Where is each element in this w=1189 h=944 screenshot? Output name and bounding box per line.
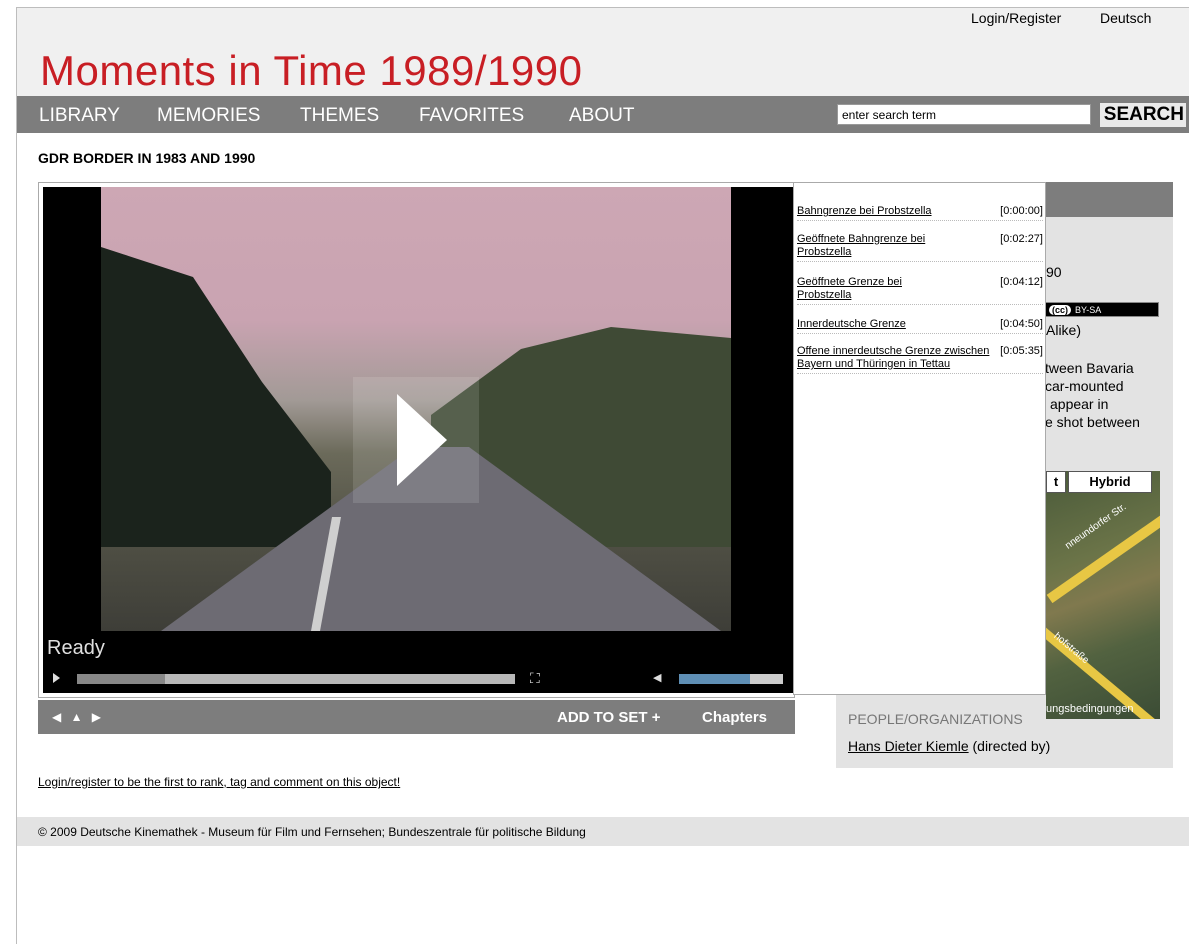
play-icon[interactable]: [53, 673, 60, 683]
people-heading: PEOPLE/ORGANIZATIONS: [848, 711, 1023, 727]
chapter-item[interactable]: Geöffnete Grenze bei Probstzella [0:04:12…: [797, 276, 1043, 305]
fullscreen-icon[interactable]: ⛶: [530, 670, 540, 687]
progress-bar[interactable]: [77, 674, 515, 684]
site-header: Moments in Time 1989/1990: [17, 29, 1189, 96]
player-status: Ready: [47, 637, 105, 659]
chapter-title[interactable]: Offene innerdeutsche Grenze zwischen Bay…: [797, 345, 1009, 371]
chapter-item[interactable]: Innerdeutsche Grenze [0:04:50]: [797, 318, 1043, 334]
chapter-title[interactable]: Bahngrenze bei Probstzella: [797, 205, 977, 218]
player-controls: ⛶ ◀: [43, 670, 793, 688]
login-prompt-link[interactable]: Login/register to be the first to rank, …: [38, 775, 400, 789]
chapter-title[interactable]: Geöffnete Bahngrenze bei Probstzella: [797, 233, 957, 259]
nav-item-about[interactable]: ABOUT: [569, 105, 634, 127]
nav-item-themes[interactable]: THEMES: [300, 105, 379, 127]
video-frame[interactable]: [101, 187, 731, 631]
nav-item-favorites[interactable]: FAVORITES: [419, 105, 524, 127]
chapter-time: [0:00:00]: [1000, 205, 1043, 217]
sidebar-description: tween Bavaria car-mounted appear in e sh…: [1045, 359, 1173, 431]
description-line: appear in: [1050, 396, 1109, 412]
chapter-time: [0:02:27]: [1000, 233, 1043, 245]
chapter-item[interactable]: Bahngrenze bei Probstzella [0:00:00]: [797, 205, 1043, 221]
media-nav-arrows[interactable]: ◀ ▲ ▶: [52, 710, 104, 724]
language-switch-link[interactable]: Deutsch: [1100, 10, 1151, 26]
footer-copyright: © 2009 Deutsche Kinemathek - Museum für …: [38, 825, 586, 839]
chapter-title[interactable]: Geöffnete Grenze bei Probstzella: [797, 276, 937, 302]
chapter-time: [0:04:12]: [1000, 276, 1043, 288]
search-input[interactable]: [837, 104, 1091, 125]
nav-item-library[interactable]: LIBRARY: [39, 105, 120, 127]
search-button[interactable]: SEARCH: [1100, 103, 1186, 127]
license-badge-text: BY-SA: [1075, 305, 1102, 315]
chapter-time: [0:04:50]: [1000, 318, 1043, 330]
volume-icon[interactable]: ◀: [653, 671, 661, 684]
page-title: GDR BORDER IN 1983 AND 1990: [38, 150, 256, 166]
sidebar-date-fragment: 90: [1046, 264, 1062, 280]
player-toolbar: ◀ ▲ ▶ ADD TO SET + Chapters: [38, 700, 795, 734]
description-line: car-mounted: [1045, 378, 1124, 394]
top-bar: Login/Register Deutsch: [17, 8, 1189, 29]
play-overlay-button[interactable]: [353, 377, 479, 503]
sidebar-license-text: Alike): [1046, 322, 1082, 338]
description-line: e shot between: [1045, 414, 1140, 430]
volume-fill: [679, 674, 750, 684]
location-map[interactable]: nneundorfer Str. hofstraße t Hybrid ungs…: [1046, 471, 1160, 719]
nav-item-memories[interactable]: MEMORIES: [157, 105, 260, 127]
play-icon: [397, 394, 447, 486]
license-badge[interactable]: (cc) BY-SA: [1044, 302, 1159, 317]
description-line: tween Bavaria: [1045, 360, 1134, 376]
map-terms-link[interactable]: ungsbedingungen: [1046, 703, 1133, 715]
person-link[interactable]: Hans Dieter Kiemle: [848, 738, 969, 754]
volume-slider[interactable]: [679, 674, 783, 684]
login-register-link[interactable]: Login/Register: [971, 10, 1061, 26]
map-type-button[interactable]: t: [1046, 471, 1066, 493]
chapter-title[interactable]: Innerdeutsche Grenze: [797, 318, 977, 331]
chapters-popup: Bahngrenze bei Probstzella [0:00:00] Geöf…: [793, 182, 1046, 695]
person-role: (directed by): [968, 738, 1051, 754]
add-to-set-button[interactable]: ADD TO SET +: [557, 709, 661, 726]
map-hybrid-button[interactable]: Hybrid: [1068, 471, 1152, 493]
people-entry: Hans Dieter Kiemle (directed by): [848, 738, 1050, 754]
main-nav: LIBRARY MEMORIES THEMES FAVORITES ABOUT …: [17, 96, 1189, 133]
chapter-item[interactable]: Geöffnete Bahngrenze bei Probstzella [0:0…: [797, 233, 1043, 262]
video-player[interactable]: Ready ⛶ ◀: [43, 187, 793, 693]
chapter-item[interactable]: Offene innerdeutsche Grenze zwischen Bay…: [797, 345, 1043, 374]
footer: © 2009 Deutsche Kinemathek - Museum für …: [17, 817, 1189, 846]
site-title[interactable]: Moments in Time 1989/1990: [40, 47, 582, 95]
progress-fill: [77, 674, 165, 684]
chapter-time: [0:05:35]: [1000, 345, 1043, 357]
cc-icon: (cc): [1049, 305, 1072, 315]
chapters-button[interactable]: Chapters: [702, 709, 767, 726]
video-scene-trees: [101, 247, 331, 547]
